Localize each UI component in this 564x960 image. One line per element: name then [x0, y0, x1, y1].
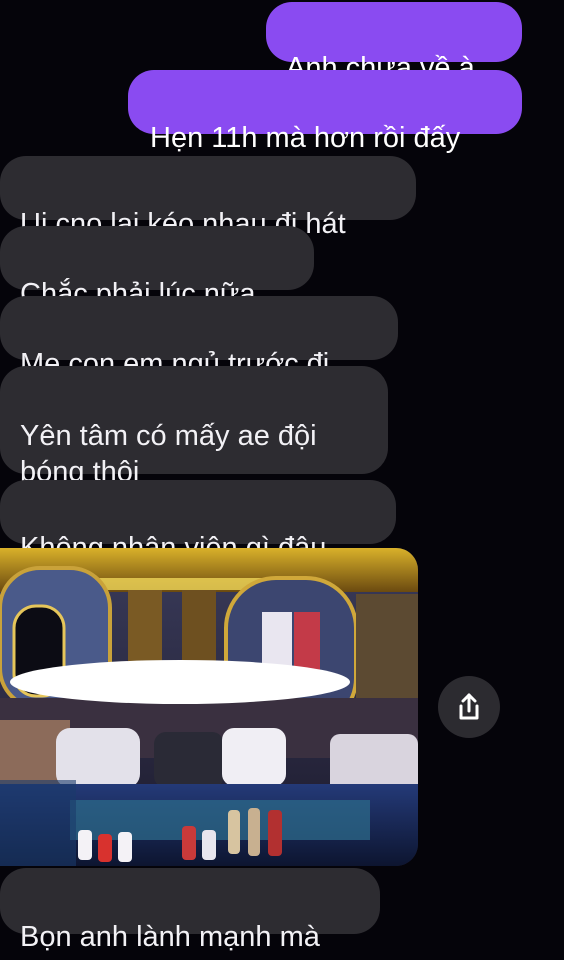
- message-text: Yên tâm có mấy ae đội bóng thôi: [20, 420, 317, 488]
- message-bubble-incoming[interactable]: Không nhân viên gì đâu: [0, 480, 396, 564]
- karaoke-room-photo: [0, 548, 418, 866]
- message-bubble-incoming[interactable]: Ui cno lại kéo nhau đi hát: [0, 156, 416, 240]
- message-text: Hẹn 11h mà hơn rồi đấy: [150, 122, 461, 154]
- message-bubble-incoming[interactable]: Mẹ con em ngủ trước đi: [0, 296, 398, 380]
- message-bubble-incoming[interactable]: Yên tâm có mấy ae đội bóng thôi: [0, 366, 388, 488]
- share-button[interactable]: [438, 676, 500, 738]
- chat-screen: Anh chưa về à Hẹn 11h mà hơn rồi đấy Ui …: [0, 0, 564, 960]
- message-bubble-outgoing[interactable]: Hẹn 11h mà hơn rồi đấy: [128, 70, 522, 154]
- photo-attachment[interactable]: [0, 548, 418, 866]
- share-icon: [459, 693, 479, 720]
- redaction-mark: [10, 660, 350, 704]
- message-bubble-incoming[interactable]: Bọn anh lành mạnh mà: [0, 868, 380, 953]
- message-text: Bọn anh lành mạnh mà: [20, 921, 320, 953]
- message-bubble-incoming[interactable]: Chắc phải lúc nữa: [0, 226, 314, 310]
- message-bubble-outgoing[interactable]: Anh chưa về à: [266, 2, 522, 84]
